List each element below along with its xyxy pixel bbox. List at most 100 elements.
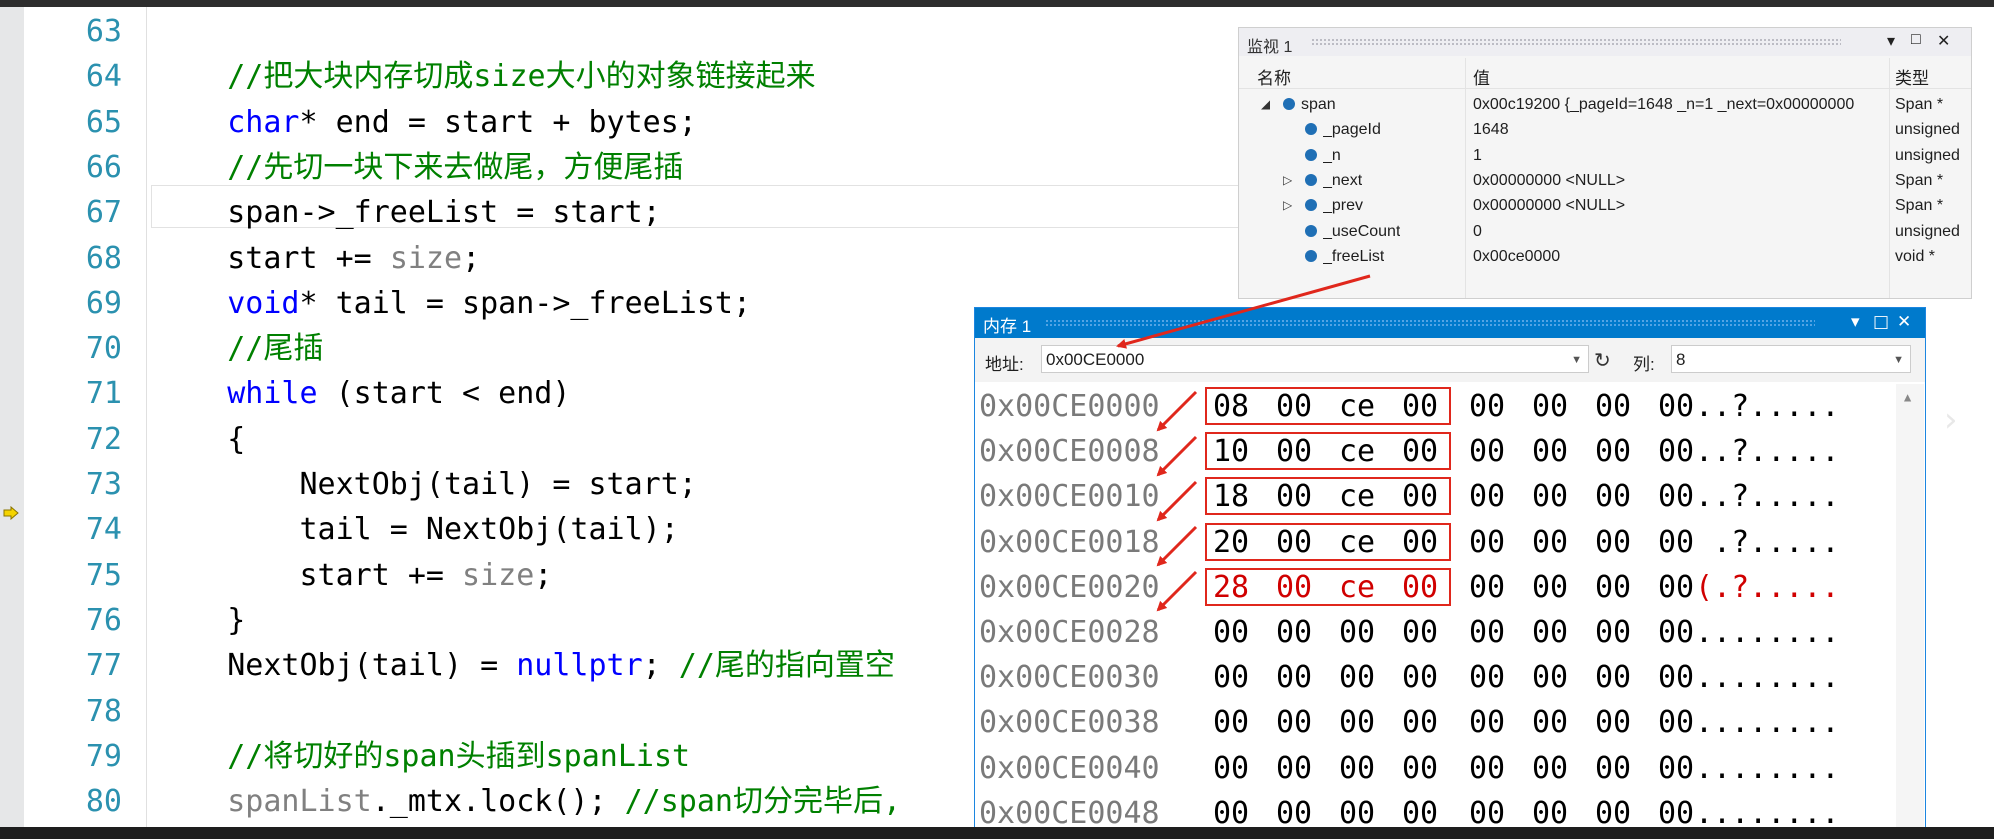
memory-row[interactable]: 0x00CE0048 00 00 00 00 00 00 00 00........ [975,791,1895,828]
memory-byte[interactable]: 00 [1658,474,1694,519]
memory-ascii[interactable]: ........ [1695,791,1840,828]
memory-byte[interactable]: 00 [1469,384,1505,429]
maximize-icon[interactable]: □ [1873,312,1889,332]
memory-byte[interactable]: 00 [1469,700,1505,745]
scroll-up-icon[interactable]: ▲ [1904,390,1911,404]
memory-byte[interactable]: 00 [1469,746,1505,791]
memory-ascii[interactable]: ..?..... [1695,429,1840,474]
memory-byte[interactable]: 00 [1595,655,1631,700]
memory-byte[interactable]: 00 [1595,791,1631,828]
memory-byte[interactable]: 00 [1595,384,1631,429]
watch-row[interactable]: _useCount 0 unsigned [1239,219,1971,244]
memory-ascii[interactable]: ........ [1695,655,1840,700]
memory-byte[interactable]: 00 [1402,700,1438,745]
memory-byte[interactable]: 00 [1658,384,1694,429]
watch-row[interactable]: _pageId 1648 unsigned [1239,117,1971,142]
memory-row[interactable]: 0x00CE0020 28 00 ce 00 00 00 00 00 (.?..... [975,565,1895,610]
memory-row[interactable]: 0x00CE0038 00 00 00 00 00 00 00 00........ [975,700,1895,745]
memory-byte[interactable]: 00 [1469,474,1505,519]
watch-col-type[interactable]: 类型 [1895,64,1929,89]
watch-value[interactable]: 1648 [1473,117,1885,142]
memory-byte[interactable]: 00 [1532,429,1568,474]
address-input[interactable]: 0x00CE0000 ▼ [1041,345,1589,373]
chevron-down-icon[interactable]: ▼ [1893,346,1904,374]
memory-byte[interactable]: 00 [1339,791,1375,828]
chevron-down-icon[interactable]: ▾ [1851,312,1860,332]
memory-byte[interactable]: 00 [1276,700,1312,745]
memory-byte[interactable]: 00 [1532,565,1568,610]
memory-byte[interactable]: 00 [1532,384,1568,429]
memory-byte[interactable]: 00 [1658,520,1694,565]
memory-byte[interactable]: 00 [1339,746,1375,791]
watch-col-value[interactable]: 值 [1473,64,1490,89]
chevron-right-icon[interactable]: › [1944,400,1958,440]
memory-byte[interactable]: 00 [1532,791,1568,828]
watch-window[interactable]: 监视 1 ▾ □ ✕ 名称 值 类型 ◢ span 0x00c19200 {_pag… [1238,27,1972,299]
watch-value[interactable]: 0x00ce0000 [1473,244,1885,269]
memory-byte[interactable]: 00 [1213,610,1249,655]
watch-row[interactable]: ▷ _next 0x00000000 <NULL> Span * [1239,168,1971,193]
columns-select[interactable]: 8 ▼ [1671,345,1911,373]
memory-title-grip[interactable] [1045,319,1815,327]
expand-icon[interactable]: ▷ [1283,168,1292,193]
memory-byte[interactable]: 00 [1339,700,1375,745]
watch-title-bar[interactable]: 监视 1 ▾ □ ✕ [1239,28,1971,56]
memory-byte[interactable]: 00 [1402,791,1438,828]
memory-byte[interactable]: 00 [1469,655,1505,700]
watch-value[interactable]: 0 [1473,219,1885,244]
memory-byte[interactable]: 00 [1532,520,1568,565]
memory-ascii[interactable]: .?..... [1695,520,1839,565]
memory-byte[interactable]: 00 [1532,655,1568,700]
memory-row[interactable]: 0x00CE0010 18 00 ce 00 00 00 00 00..?..... [975,474,1895,519]
watch-title-grip[interactable] [1311,38,1841,46]
memory-byte[interactable]: 00 [1469,791,1505,828]
memory-byte[interactable]: 00 [1339,655,1375,700]
memory-byte[interactable]: 00 [1658,565,1694,610]
memory-byte[interactable]: 00 [1276,610,1312,655]
memory-byte[interactable]: 00 [1469,610,1505,655]
chevron-down-icon[interactable]: ▾ [1887,31,1895,51]
memory-row[interactable]: 0x00CE0018 20 00 ce 00 00 00 00 00 .?..... [975,520,1895,565]
memory-byte[interactable]: 00 [1658,700,1694,745]
memory-byte[interactable]: 00 [1532,610,1568,655]
memory-byte[interactable]: 00 [1276,791,1312,828]
memory-byte[interactable]: 00 [1658,610,1694,655]
memory-ascii[interactable]: (.?..... [1695,565,1840,610]
memory-byte[interactable]: 00 [1532,474,1568,519]
maximize-icon[interactable]: □ [1911,31,1921,49]
memory-byte[interactable]: 00 [1595,565,1631,610]
watch-row[interactable]: _n 1 unsigned [1239,143,1971,168]
watch-row[interactable]: ◢ span 0x00c19200 {_pageId=1648 _n=1 _next… [1239,92,1971,117]
collapse-icon[interactable]: ◢ [1261,92,1270,117]
memory-row[interactable]: 0x00CE0030 00 00 00 00 00 00 00 00........ [975,655,1895,700]
memory-byte[interactable]: 00 [1276,746,1312,791]
memory-byte[interactable]: 00 [1595,700,1631,745]
watch-row[interactable]: ▷ _prev 0x00000000 <NULL> Span * [1239,193,1971,218]
memory-byte[interactable]: 00 [1532,700,1568,745]
memory-byte[interactable]: 00 [1402,655,1438,700]
chevron-down-icon[interactable]: ▼ [1571,346,1582,374]
memory-ascii[interactable]: ........ [1695,610,1840,655]
memory-row[interactable]: 0x00CE0008 10 00 ce 00 00 00 00 00..?..... [975,429,1895,474]
memory-byte[interactable]: 00 [1658,791,1694,828]
memory-byte[interactable]: 00 [1469,429,1505,474]
memory-row[interactable]: 0x00CE0040 00 00 00 00 00 00 00 00........ [975,746,1895,791]
memory-byte[interactable]: 00 [1276,655,1312,700]
memory-row[interactable]: 0x00CE0000 08 00 ce 00 00 00 00 00..?..... [975,384,1895,429]
memory-title-bar[interactable]: 内存 1 ▾ □ ✕ [975,308,1925,338]
memory-byte[interactable]: 00 [1213,655,1249,700]
memory-byte[interactable]: 00 [1532,746,1568,791]
memory-ascii[interactable]: ..?..... [1695,384,1840,429]
memory-byte[interactable]: 00 [1213,700,1249,745]
watch-value[interactable]: 0x00c19200 {_pageId=1648 _n=1 _next=0x00… [1473,92,1885,117]
memory-byte[interactable]: 00 [1658,655,1694,700]
memory-ascii[interactable]: ........ [1695,746,1840,791]
memory-byte[interactable]: 00 [1595,746,1631,791]
watch-value[interactable]: 1 [1473,143,1885,168]
close-icon[interactable]: ✕ [1937,31,1950,51]
close-icon[interactable]: ✕ [1897,312,1911,332]
memory-byte[interactable]: 00 [1595,610,1631,655]
memory-byte[interactable]: 00 [1595,520,1631,565]
watch-value[interactable]: 0x00000000 <NULL> [1473,168,1885,193]
memory-byte[interactable]: 00 [1658,429,1694,474]
